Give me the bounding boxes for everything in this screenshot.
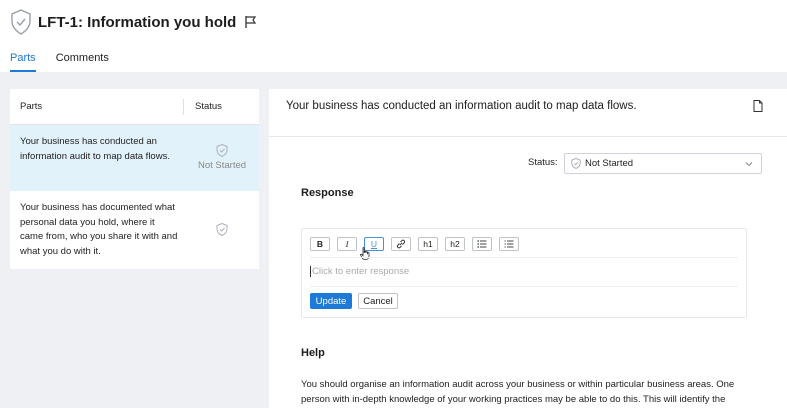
heading1-button[interactable]: h1 (418, 237, 438, 251)
shield-check-icon (11, 9, 31, 35)
page-header: LFT-1: Information you hold Parts Commen… (0, 0, 787, 72)
chevron-down-icon (745, 162, 753, 167)
bullet-list-icon (477, 240, 487, 248)
status-select[interactable]: Not Started (564, 153, 762, 174)
detail-title: Your business has conducted an informati… (286, 100, 637, 112)
heading2-button[interactable]: h2 (445, 237, 465, 251)
column-header-status[interactable]: Status (195, 101, 222, 112)
help-heading: Help (301, 347, 325, 359)
detail-header: Your business has conducted an informati… (269, 89, 787, 137)
cancel-button[interactable]: Cancel (358, 293, 398, 309)
link-button[interactable] (391, 237, 411, 251)
column-header-parts[interactable]: Parts (20, 101, 42, 112)
part-detail-panel: Your business has conducted an informati… (269, 89, 787, 408)
hand-cursor-icon (360, 247, 370, 260)
part-status-label: Not Started (197, 160, 247, 171)
part-status: Not Started (190, 144, 254, 174)
document-icon[interactable] (753, 100, 763, 112)
response-editor: B I U h1 h2 Click to enter response Upda… (301, 228, 747, 318)
flag-icon[interactable] (244, 15, 258, 29)
parts-list-item[interactable]: Your business has documented what person… (10, 191, 259, 269)
bullet-list-button[interactable] (472, 237, 492, 251)
numbered-list-button[interactable] (499, 237, 519, 251)
response-input[interactable]: Click to enter response (310, 266, 409, 277)
help-text: You should organise an information audit… (301, 379, 735, 405)
status-select-value: Not Started (585, 158, 634, 169)
shield-check-icon (216, 144, 228, 157)
editor-divider (310, 257, 738, 258)
shield-check-icon (571, 158, 581, 169)
page-title: LFT-1: Information you hold (38, 13, 237, 31)
shield-check-icon (216, 223, 228, 236)
status-label: Status: (528, 157, 558, 168)
link-icon (396, 239, 406, 249)
italic-button[interactable]: I (337, 237, 357, 251)
editor-toolbar: B I U h1 h2 (310, 237, 526, 251)
numbered-list-icon (504, 240, 514, 248)
parts-list-header: Parts Status (10, 89, 259, 125)
editor-divider (310, 286, 738, 287)
title-row: LFT-1: Information you hold (10, 8, 258, 36)
parts-list-panel: Parts Status Your business has conducted… (10, 89, 259, 269)
tab-bar: Parts Comments (10, 52, 129, 72)
tab-parts[interactable]: Parts (10, 52, 36, 72)
update-button[interactable]: Update (310, 293, 352, 309)
part-text: Your business has documented what person… (20, 202, 178, 257)
part-status (190, 223, 254, 238)
bold-button[interactable]: B (310, 237, 330, 251)
response-heading: Response (301, 187, 354, 199)
part-text: Your business has conducted an informati… (20, 136, 170, 162)
parts-list-item[interactable]: Your business has conducted an informati… (10, 125, 259, 191)
tab-comments[interactable]: Comments (56, 52, 109, 72)
column-divider (183, 99, 184, 115)
